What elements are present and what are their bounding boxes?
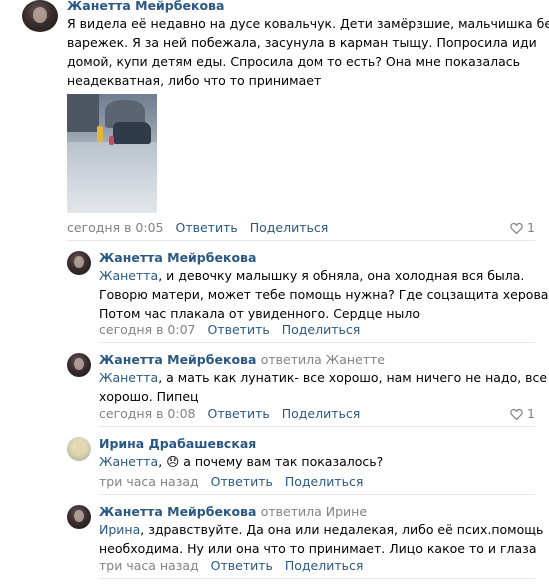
- divider: [67, 240, 535, 241]
- divider: [99, 494, 535, 495]
- reply-button[interactable]: Ответить: [211, 558, 273, 573]
- comment-footer: сегодня в 0:05 Ответить Поделиться: [67, 220, 328, 235]
- share-button[interactable]: Поделиться: [285, 558, 364, 573]
- avatar[interactable]: [67, 353, 91, 377]
- avatar[interactable]: [67, 437, 91, 461]
- mention-link[interactable]: Жанетта: [99, 268, 158, 283]
- comment-text: Ирина, здравствуйте. Да она или недалека…: [99, 522, 544, 556]
- comment-text: Жанетта, 😞 а почему вам так показалось?: [99, 454, 384, 469]
- like-count: 1: [527, 406, 535, 421]
- comment-time[interactable]: сегодня в 0:08: [99, 406, 196, 421]
- comment-author[interactable]: Ирина Драбашевская: [99, 436, 256, 451]
- comment-footer: три часа назад Ответить Поделиться: [99, 474, 363, 489]
- reply-button[interactable]: Ответить: [207, 406, 269, 421]
- comment-time[interactable]: сегодня в 0:07: [99, 322, 196, 337]
- like-button[interactable]: 1: [510, 220, 535, 235]
- like-count: 1: [527, 220, 535, 235]
- mention-link[interactable]: Жанетта: [99, 370, 158, 385]
- mention-link[interactable]: Жанетта: [99, 454, 158, 469]
- comment-time[interactable]: три часа назад: [99, 474, 199, 489]
- share-button[interactable]: Поделиться: [282, 406, 361, 421]
- comment-footer: сегодня в 0:07 Ответить Поделиться: [99, 322, 360, 337]
- divider: [99, 426, 535, 427]
- attached-photo[interactable]: [67, 94, 157, 213]
- reply-button[interactable]: Ответить: [207, 322, 269, 337]
- comment-footer: сегодня в 0:08 Ответить Поделиться: [99, 406, 360, 421]
- comment-time[interactable]: три часа назад: [99, 558, 199, 573]
- like-button[interactable]: 1: [510, 406, 535, 421]
- comment-text: Жанетта, и девочку малышку я обняла, она…: [99, 268, 549, 321]
- reply-to-label[interactable]: ответила Жанетте: [261, 352, 385, 367]
- divider: [99, 342, 535, 343]
- comment-author[interactable]: Жанетта Мейрбекова: [99, 250, 256, 265]
- share-button[interactable]: Поделиться: [250, 220, 329, 235]
- mention-link[interactable]: Ирина: [99, 522, 140, 537]
- comment-author[interactable]: Жанетта Мейрбекова: [67, 0, 224, 13]
- comment-footer: три часа назад Ответить Поделиться: [99, 558, 363, 573]
- reply-button[interactable]: Ответить: [211, 474, 273, 489]
- avatar[interactable]: [22, 0, 58, 32]
- avatar[interactable]: [67, 505, 91, 529]
- avatar[interactable]: [67, 251, 91, 275]
- reply-to-label[interactable]: ответила Ирине: [261, 504, 367, 519]
- heart-icon: [510, 408, 523, 421]
- comment-time[interactable]: сегодня в 0:05: [67, 220, 164, 235]
- share-button[interactable]: Поделиться: [282, 322, 361, 337]
- comment-author[interactable]: Жанетта Мейрбекова ответила Ирине: [99, 504, 367, 519]
- sad-emoji-icon: 😞: [166, 454, 180, 469]
- heart-icon: [510, 222, 523, 235]
- divider: [99, 578, 535, 579]
- reply-button[interactable]: Ответить: [175, 220, 237, 235]
- comment-author[interactable]: Жанетта Мейрбекова ответила Жанетте: [99, 352, 385, 367]
- comment-text: Жанетта, а мать как лунатик- все хорошо,…: [99, 370, 548, 404]
- comment-text: Я видела её недавно на дусе ковальчук. Д…: [67, 16, 549, 88]
- share-button[interactable]: Поделиться: [285, 474, 364, 489]
